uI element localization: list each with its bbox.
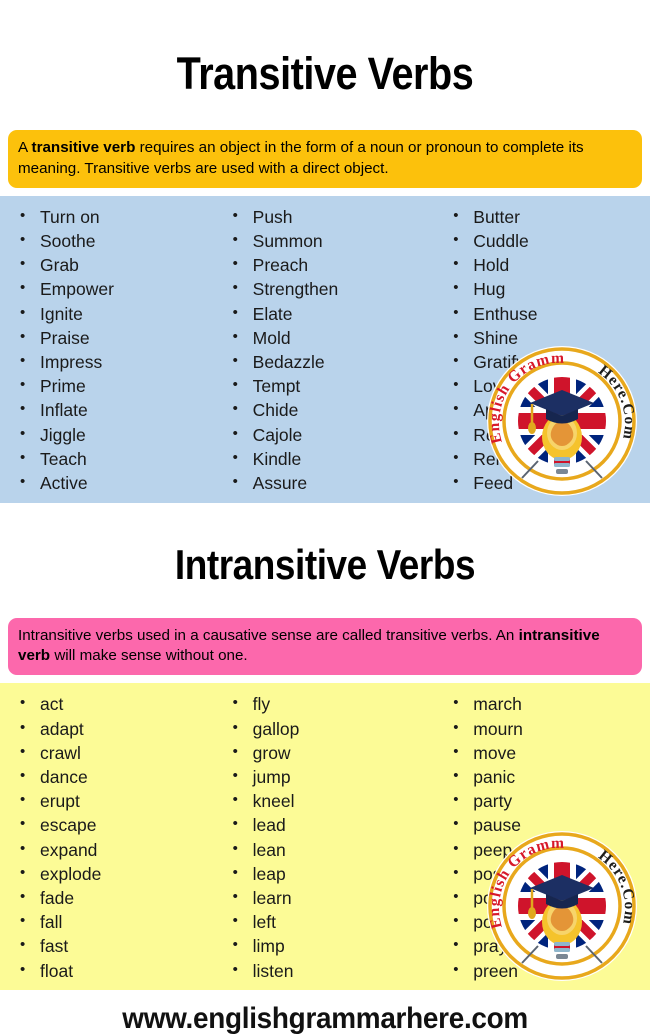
verb-list-item: Summon bbox=[231, 228, 434, 253]
verb-list-item: Preach bbox=[231, 252, 434, 277]
verb-list-item: grow bbox=[231, 740, 434, 765]
verb-list-item: Push bbox=[231, 204, 434, 229]
verb-list-item: Grab bbox=[18, 252, 217, 277]
verb-list-item: Cuddle bbox=[451, 228, 650, 253]
verb-list-item: Teach bbox=[18, 446, 217, 471]
verb-list-item: dance bbox=[18, 764, 217, 789]
page-title-intransitive: Intransitive Verbs bbox=[174, 540, 476, 588]
verb-list-item: Hug bbox=[451, 276, 650, 301]
verb-list-item: explode bbox=[18, 861, 217, 886]
verb-list-item: learn bbox=[231, 885, 434, 910]
footer: www.englishgrammarhere.com bbox=[0, 990, 650, 1036]
verb-list-item: panic bbox=[451, 764, 650, 789]
verb-list-item: crawl bbox=[18, 740, 217, 765]
verb-list-item: act bbox=[18, 691, 217, 716]
transitive-column-2: PushSummonPreachStrengthenElateMoldBedaz… bbox=[217, 204, 434, 495]
intransitive-list-2: flygallopgrowjumpkneelleadleanleaplearnl… bbox=[231, 691, 434, 983]
definition-prefix: A bbox=[18, 139, 32, 157]
verb-list-item: limp bbox=[231, 933, 434, 958]
intransitive-column-1: actadaptcrawldanceeruptescapeexpandexplo… bbox=[0, 691, 217, 983]
intransitive-column-2: flygallopgrowjumpkneelleadleanleaplearnl… bbox=[217, 691, 434, 983]
verb-list-item: Turn on bbox=[18, 204, 217, 229]
english-grammar-here-logo: English Grammar Here.Com bbox=[482, 817, 638, 982]
verb-list-item: Ignite bbox=[18, 301, 217, 326]
transitive-definition-callout: A transitive verb requires an object in … bbox=[8, 130, 642, 188]
logo-badge-icon: English Grammar Here.Com bbox=[482, 817, 637, 982]
verb-list-item: lead bbox=[231, 812, 434, 837]
logo-badge-icon: English Grammar Here.Com bbox=[482, 332, 637, 496]
definition-term: transitive verb bbox=[31, 139, 136, 157]
verb-list-item: Bedazzle bbox=[231, 349, 434, 374]
verb-list-item: Chide bbox=[231, 397, 434, 422]
english-grammar-here-logo: English Grammar Here.Com bbox=[482, 332, 638, 497]
verb-list-item: expand bbox=[18, 837, 217, 862]
verb-list-item: Tempt bbox=[231, 373, 434, 398]
intransitive-verb-panel: actadaptcrawldanceeruptescapeexpandexplo… bbox=[0, 683, 650, 991]
verb-list-item: fall bbox=[18, 909, 217, 934]
verb-list-item: Inflate bbox=[18, 397, 217, 422]
verb-list-item: Prime bbox=[18, 373, 217, 398]
transitive-column-1: Turn onSootheGrabEmpowerIgnitePraiseImpr… bbox=[0, 204, 217, 495]
verb-list-item: Empower bbox=[18, 276, 217, 301]
intransitive-definition-callout: Intransitive verbs used in a causative s… bbox=[8, 617, 642, 676]
intransitive-list-1: actadaptcrawldanceeruptescapeexpandexplo… bbox=[18, 691, 217, 983]
transitive-list-2: PushSummonPreachStrengthenElateMoldBedaz… bbox=[231, 204, 434, 495]
verb-list-item: Kindle bbox=[231, 446, 434, 471]
verb-list-item: Soothe bbox=[18, 228, 217, 253]
verb-list-item: Jiggle bbox=[18, 422, 217, 447]
verb-list-item: Strengthen bbox=[231, 276, 434, 301]
verb-list-item: fast bbox=[18, 933, 217, 958]
verb-list-item: Butter bbox=[451, 204, 650, 229]
verb-list-item: listen bbox=[231, 958, 434, 983]
verb-list-item: adapt bbox=[18, 716, 217, 741]
verb-list-item: fly bbox=[231, 691, 434, 716]
verb-list-item: escape bbox=[18, 812, 217, 837]
verb-list-item: move bbox=[451, 740, 650, 765]
definition-rest: will make sense without one. bbox=[50, 647, 248, 665]
verb-list-item: Enthuse bbox=[451, 301, 650, 326]
verb-list-item: Active bbox=[18, 470, 217, 495]
verb-list-item: Cajole bbox=[231, 422, 434, 447]
verb-list-item: march bbox=[451, 691, 650, 716]
verb-list-item: Impress bbox=[18, 349, 217, 374]
verb-list-item: float bbox=[18, 958, 217, 983]
verb-list-item: lean bbox=[231, 837, 434, 862]
definition-prefix: Intransitive verbs used in a causative s… bbox=[18, 626, 519, 644]
verb-list-item: party bbox=[451, 788, 650, 813]
verb-list-item: Elate bbox=[231, 301, 434, 326]
site-url[interactable]: www.englishgrammarhere.com bbox=[122, 1002, 528, 1036]
verb-list-item: kneel bbox=[231, 788, 434, 813]
transitive-list-1: Turn onSootheGrabEmpowerIgnitePraiseImpr… bbox=[18, 204, 217, 495]
transitive-verb-panel: Turn onSootheGrabEmpowerIgnitePraiseImpr… bbox=[0, 195, 650, 503]
verb-list-item: Mold bbox=[231, 325, 434, 350]
verb-list-item: jump bbox=[231, 764, 434, 789]
verb-list-item: leap bbox=[231, 861, 434, 886]
page-title-transitive: Transitive Verbs bbox=[176, 48, 474, 100]
transitive-section: Transitive Verbs A transitive verb requi… bbox=[0, 30, 650, 503]
verb-list-item: Hold bbox=[451, 252, 650, 277]
verb-list-item: erupt bbox=[18, 788, 217, 813]
verb-list-item: fade bbox=[18, 885, 217, 910]
verb-list-item: gallop bbox=[231, 716, 434, 741]
verb-list-item: Praise bbox=[18, 325, 217, 350]
verb-list-item: Assure bbox=[231, 470, 434, 495]
intransitive-section: Intransitive Verbs Intransitive verbs us… bbox=[0, 531, 650, 991]
verb-list-item: left bbox=[231, 909, 434, 934]
verb-list-item: mourn bbox=[451, 716, 650, 741]
